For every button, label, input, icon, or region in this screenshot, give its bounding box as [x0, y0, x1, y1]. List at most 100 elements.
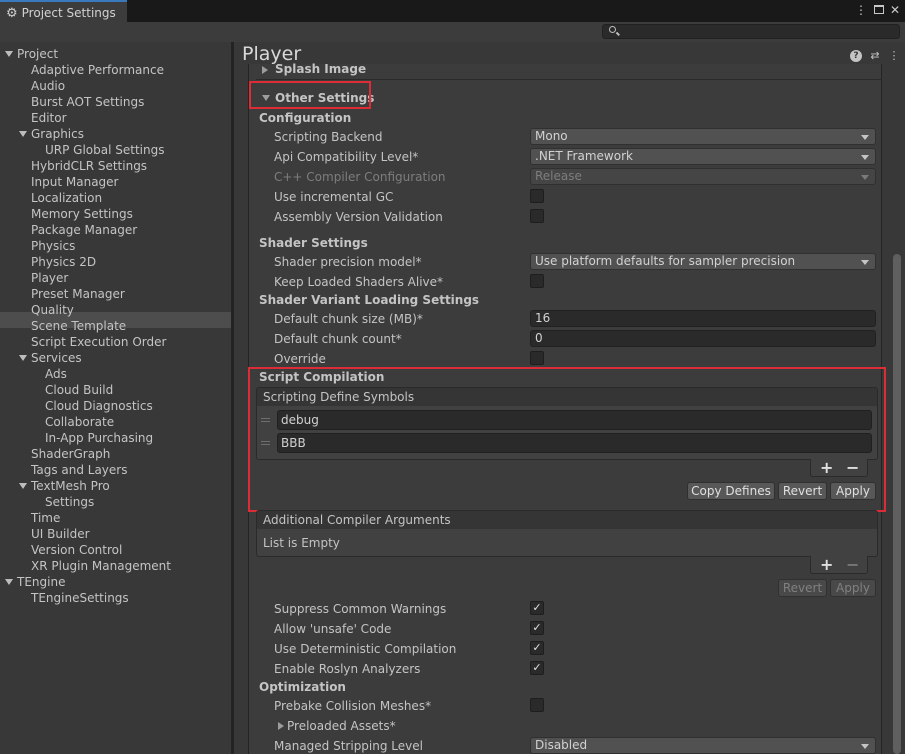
search-input[interactable] — [602, 24, 900, 39]
sidebar-item[interactable]: Graphics — [31, 126, 84, 142]
add-argument-button[interactable]: + — [820, 557, 833, 573]
foldout-down-icon[interactable] — [19, 131, 27, 137]
foldout-down-icon[interactable] — [5, 51, 13, 57]
project-settings-tab[interactable]: ⚙ Project Settings — [0, 0, 127, 24]
deterministic-checkbox[interactable]: ✓ — [530, 641, 544, 655]
sidebar-item[interactable]: Collaborate — [45, 414, 114, 430]
foldout-right-icon[interactable] — [278, 722, 284, 730]
chevron-down-icon — [861, 175, 869, 180]
prebake-checkbox[interactable] — [530, 698, 544, 712]
sidebar-item[interactable]: In-App Purchasing — [45, 430, 153, 446]
incremental-gc-checkbox[interactable] — [530, 189, 544, 203]
chevron-down-icon — [861, 260, 869, 265]
prebake-label: Prebake Collision Meshes* — [274, 699, 432, 713]
sidebar-item[interactable]: Adaptive Performance — [31, 62, 164, 78]
scrollbar-thumb[interactable] — [893, 254, 901, 754]
gear-icon: ⚙ — [6, 5, 18, 21]
shader-precision-label: Shader precision model* — [274, 255, 422, 269]
sidebar-item[interactable]: Quality — [31, 302, 74, 318]
api-compatibility-label: Api Compatibility Level* — [274, 150, 419, 164]
sidebar-item[interactable]: Input Manager — [31, 174, 119, 190]
more-options-icon[interactable]: ⋮ — [854, 3, 868, 17]
override-checkbox[interactable] — [530, 351, 544, 365]
foldout-down-icon[interactable] — [19, 483, 27, 489]
sidebar-item[interactable]: Cloud Diagnostics — [45, 398, 153, 414]
chunk-size-field[interactable]: 16 — [530, 310, 876, 327]
chunk-count-field[interactable]: 0 — [530, 330, 876, 347]
incremental-gc-label: Use incremental GC — [274, 190, 394, 204]
shader-precision-value: Use platform defaults for sampler precis… — [535, 254, 796, 268]
foldout-down-icon[interactable] — [19, 355, 27, 361]
sidebar-item[interactable]: TEngineSettings — [31, 590, 129, 606]
sidebar-item[interactable]: Burst AOT Settings — [31, 94, 144, 110]
sidebar-item[interactable]: Version Control — [31, 542, 122, 558]
configuration-heading: Configuration — [259, 111, 352, 125]
sidebar-item[interactable]: Script Execution Order — [31, 334, 166, 350]
cpp-compiler-label: C++ Compiler Configuration — [274, 170, 446, 184]
sidebar-item[interactable]: TextMesh Pro — [31, 478, 110, 494]
sidebar-item[interactable]: Physics 2D — [31, 254, 96, 270]
sidebar-item[interactable]: TEngine — [17, 574, 65, 590]
sidebar-item[interactable]: Memory Settings — [31, 206, 133, 222]
suppress-warnings-label: Suppress Common Warnings — [274, 602, 447, 616]
scripting-backend-label: Scripting Backend — [274, 130, 383, 144]
sidebar-item[interactable]: URP Global Settings — [45, 142, 164, 158]
sidebar-item[interactable]: Project — [17, 46, 58, 62]
keep-loaded-shaders-label: Keep Loaded Shaders Alive* — [274, 275, 444, 289]
compiler-args-header: Additional Compiler Arguments — [256, 510, 878, 530]
remove-argument-button: − — [846, 555, 860, 574]
sidebar-item[interactable]: Editor — [31, 110, 67, 126]
help-icon[interactable]: ? — [850, 50, 862, 62]
preset-icon[interactable]: ⇄ — [869, 50, 881, 62]
args-apply-button: Apply — [830, 579, 876, 597]
chunk-count-label: Default chunk count* — [274, 332, 402, 346]
sidebar-item[interactable]: Settings — [45, 494, 94, 510]
scripting-backend-dropdown[interactable]: Mono — [530, 128, 876, 145]
allow-unsafe-checkbox[interactable]: ✓ — [530, 621, 544, 635]
context-menu-icon[interactable]: ⋮ — [888, 50, 900, 62]
sidebar-item[interactable]: Tags and Layers — [31, 462, 127, 478]
sidebar-item[interactable]: Player — [31, 270, 68, 286]
cpp-compiler-value: Release — [535, 169, 582, 183]
tab-title: Project Settings — [21, 6, 116, 20]
args-revert-button: Revert — [778, 579, 827, 597]
roslyn-checkbox[interactable]: ✓ — [530, 661, 544, 675]
keep-loaded-shaders-checkbox[interactable] — [530, 274, 544, 288]
stripping-level-dropdown[interactable]: Disabled — [530, 737, 876, 754]
allow-unsafe-label: Allow 'unsafe' Code — [274, 622, 392, 636]
sidebar-item[interactable]: Services — [31, 350, 82, 366]
compiler-args-list — [256, 529, 878, 557]
sidebar-item[interactable]: Ads — [45, 366, 67, 382]
preloaded-assets-foldout[interactable]: Preloaded Assets* — [287, 718, 396, 734]
sidebar-item[interactable]: Physics — [31, 238, 75, 254]
stripping-level-value: Disabled — [535, 738, 588, 752]
suppress-warnings-checkbox[interactable]: ✓ — [530, 601, 544, 615]
sidebar-item[interactable]: Cloud Build — [45, 382, 113, 398]
chunk-size-label: Default chunk size (MB)* — [274, 312, 423, 326]
sidebar-item[interactable]: UI Builder — [31, 526, 90, 542]
scripting-backend-value: Mono — [535, 129, 568, 143]
shader-settings-heading: Shader Settings — [259, 236, 368, 250]
close-icon[interactable]: ✕ — [888, 3, 902, 17]
override-label: Override — [274, 352, 326, 366]
foldout-right-icon — [262, 66, 268, 74]
sidebar-item[interactable]: Audio — [31, 78, 65, 94]
api-compatibility-dropdown[interactable]: .NET Framework — [530, 148, 876, 165]
compiler-args-empty-text: List is Empty — [263, 536, 340, 550]
highlight-box-other-settings — [249, 81, 371, 109]
optimization-heading: Optimization — [259, 680, 346, 694]
sidebar-item[interactable]: Localization — [31, 190, 102, 206]
chevron-down-icon — [861, 744, 869, 749]
sidebar-item[interactable]: Preset Manager — [31, 286, 125, 302]
sidebar-item[interactable]: Time — [31, 510, 60, 526]
assembly-validation-checkbox[interactable] — [530, 209, 544, 223]
foldout-down-icon[interactable] — [5, 579, 13, 585]
maximize-icon[interactable] — [872, 3, 886, 17]
sidebar-item[interactable]: Package Manager — [31, 222, 137, 238]
sidebar-item[interactable]: ShaderGraph — [31, 446, 110, 462]
sidebar-item[interactable]: XR Plugin Management — [31, 558, 171, 574]
sidebar-item[interactable]: Scene Template — [31, 318, 126, 334]
chevron-down-icon — [861, 155, 869, 160]
shader-precision-dropdown[interactable]: Use platform defaults for sampler precis… — [530, 253, 876, 270]
sidebar-item[interactable]: HybridCLR Settings — [31, 158, 147, 174]
